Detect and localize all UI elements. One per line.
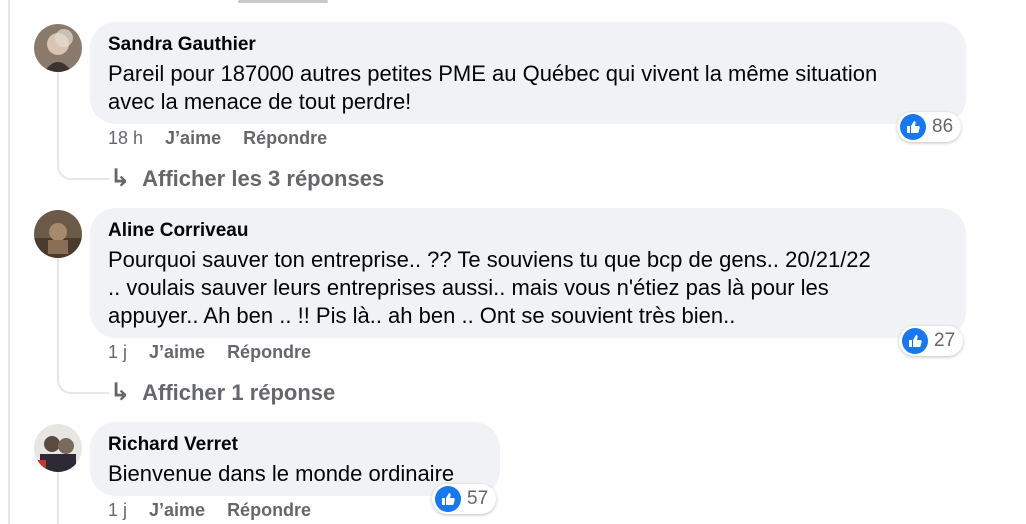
like-button[interactable]: J’aime <box>149 500 205 521</box>
thread-left-rule <box>8 0 10 524</box>
comment-text: Pareil pour 187000 autres petites PME au… <box>108 61 878 114</box>
comment-author[interactable]: Richard Verret <box>108 434 482 456</box>
reaction-number: 86 <box>932 116 954 137</box>
reaction-count[interactable]: 86 <box>897 112 962 142</box>
comment-timestamp[interactable]: 1 j <box>108 342 127 363</box>
comment-author[interactable]: Sandra Gauthier <box>108 34 948 56</box>
thread-line <box>57 72 59 156</box>
comment-actions: 18 h J’aime Répondre <box>108 128 327 149</box>
comment-actions: 1 j J’aime Répondre <box>108 500 311 521</box>
reply-button[interactable]: Répondre <box>243 128 327 149</box>
comment-text: Bienvenue dans le monde ordinaire <box>108 461 455 486</box>
comment-actions: 1 j J’aime Répondre <box>108 342 311 363</box>
view-replies-label: Afficher 1 réponse <box>142 379 336 405</box>
view-replies-label: Afficher les 3 réponses <box>142 165 385 191</box>
reaction-count[interactable]: 57 <box>432 484 497 514</box>
comment-timestamp[interactable]: 1 j <box>108 500 127 521</box>
reaction-number: 57 <box>467 488 489 509</box>
reaction-count[interactable]: 27 <box>899 326 964 356</box>
thread-line <box>57 258 59 370</box>
comment-timestamp[interactable]: 18 h <box>108 128 143 149</box>
avatar[interactable] <box>34 24 82 72</box>
like-thumb-icon <box>902 328 928 354</box>
reply-arrow-icon: ↳ <box>110 165 131 192</box>
thread-connector <box>57 156 109 180</box>
comment-bubble: Richard Verret Bienvenue dans le monde o… <box>90 422 500 496</box>
reply-button[interactable]: Répondre <box>227 500 311 521</box>
avatar[interactable] <box>34 424 82 472</box>
view-replies-button[interactable]: ↳ Afficher 1 réponse <box>110 378 335 407</box>
comment-author[interactable]: Aline Corriveau <box>108 220 948 242</box>
view-replies-button[interactable]: ↳ Afficher les 3 réponses <box>110 164 384 193</box>
reply-button[interactable]: Répondre <box>227 342 311 363</box>
reply-arrow-icon: ↳ <box>110 379 131 406</box>
thread-line <box>57 472 59 524</box>
like-thumb-icon <box>435 486 461 512</box>
comment-bubble: Sandra Gauthier Pareil pour 187000 autre… <box>90 22 966 124</box>
reaction-number: 27 <box>934 330 956 351</box>
comment-text: Pourquoi sauver ton entreprise.. ?? Te s… <box>108 247 871 328</box>
like-button[interactable]: J’aime <box>149 342 205 363</box>
like-button[interactable]: J’aime <box>165 128 221 149</box>
partial-top-text <box>238 0 328 3</box>
comment-bubble: Aline Corriveau Pourquoi sauver ton entr… <box>90 208 966 338</box>
avatar[interactable] <box>34 210 82 258</box>
like-thumb-icon <box>900 114 926 140</box>
thread-connector <box>57 370 109 394</box>
